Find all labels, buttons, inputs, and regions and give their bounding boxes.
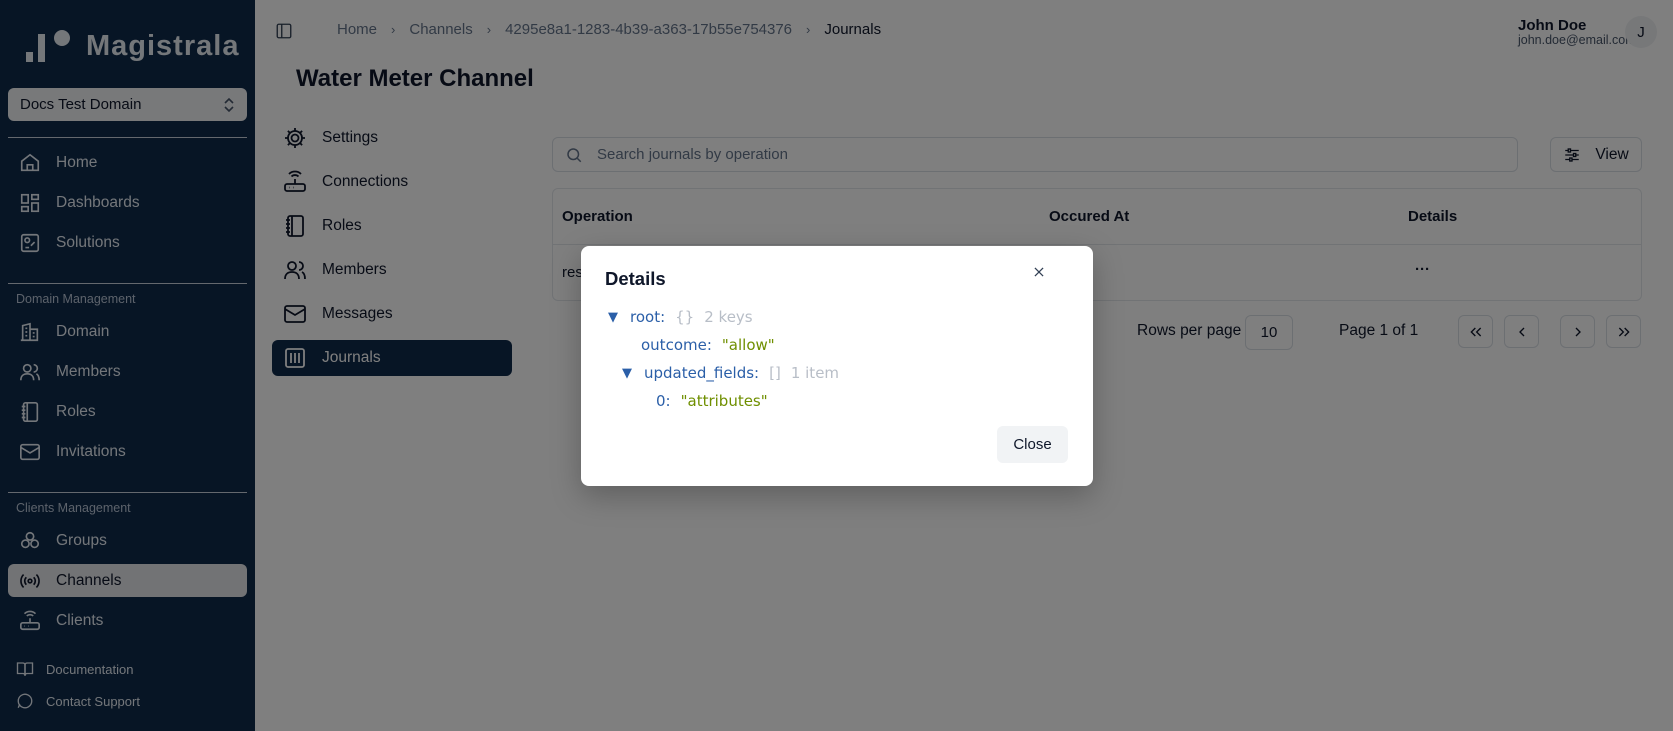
json-key: root: [630, 308, 666, 326]
json-type: {} [675, 308, 695, 326]
json-key: 0: [656, 392, 671, 410]
caret-down-icon[interactable]: ▼ [608, 310, 620, 325]
details-dialog: Details ▼ root: {} 2 keys outcome: "allo… [581, 246, 1093, 486]
json-count: 2 keys [704, 308, 753, 326]
json-key: updated_fields: [644, 364, 760, 382]
json-outcome-node: outcome: "allow" [641, 336, 775, 354]
dialog-title: Details [605, 268, 666, 289]
json-count: 1 item [790, 364, 840, 382]
close-button[interactable]: Close [997, 426, 1068, 463]
caret-down-icon[interactable]: ▼ [622, 366, 634, 381]
json-type: [] [769, 364, 781, 382]
json-value: "allow" [721, 336, 775, 354]
json-value: "attributes" [680, 392, 768, 410]
close-icon[interactable] [1029, 262, 1049, 282]
json-root-node[interactable]: ▼ root: {} 2 keys [608, 308, 753, 326]
json-updated-fields-node[interactable]: ▼ updated_fields: [] 1 item [622, 364, 839, 382]
json-key: outcome: [641, 336, 712, 354]
json-item-node: 0: "attributes" [656, 392, 768, 410]
